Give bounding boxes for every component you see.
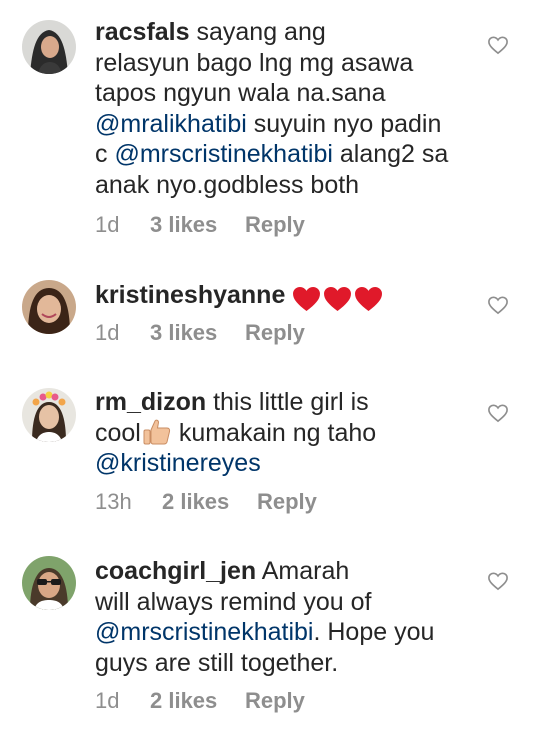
red-heart-icon (324, 287, 352, 312)
girl-flower-crown-avatar-icon (22, 388, 76, 442)
red-heart-icon (355, 287, 383, 312)
mention-link[interactable]: @mrscristinekhatibi (95, 618, 313, 646)
avatar[interactable] (22, 556, 76, 610)
likes-count[interactable]: 3 likes (150, 320, 245, 346)
mention-link[interactable]: @mrscristinekhatibi (114, 140, 332, 168)
heart-outline-icon[interactable] (487, 571, 509, 591)
likes-count[interactable]: 2 likes (162, 489, 257, 515)
comment-text: kristineshyanne (95, 280, 465, 314)
heart-outline-icon[interactable] (487, 295, 509, 315)
comment-text: coachgirl_jen Amarah will always remind … (95, 556, 465, 678)
woman-avatar-icon (22, 280, 76, 334)
comment-text-segment: kumakain ng taho (178, 418, 377, 447)
timestamp[interactable]: 13h (95, 489, 162, 515)
emoji-group (292, 283, 385, 314)
avatar[interactable] (22, 280, 76, 334)
thumbs-up-icon (143, 419, 170, 444)
comment-meta: 13h 2 likes Reply (95, 489, 317, 515)
reply-button[interactable]: Reply (245, 688, 305, 714)
heart-outline-icon[interactable] (487, 403, 509, 423)
username[interactable]: kristineshyanne (95, 281, 285, 309)
comment-text: rm_dizon this little girl is cool kumaka… (95, 387, 465, 479)
avatar[interactable] (22, 388, 76, 442)
username[interactable]: rm_dizon (95, 388, 206, 416)
likes-count[interactable]: 3 likes (150, 212, 245, 238)
username[interactable]: racsfals (95, 18, 190, 46)
red-heart-icon (293, 287, 321, 312)
comment-meta: 1d 3 likes Reply (95, 212, 305, 238)
timestamp[interactable]: 1d (95, 212, 150, 238)
woman-sunglasses-avatar-icon (22, 556, 76, 610)
heart-outline-icon[interactable] (487, 35, 509, 55)
avatar[interactable] (22, 20, 76, 74)
timestamp[interactable]: 1d (95, 688, 150, 714)
likes-count[interactable]: 2 likes (150, 688, 245, 714)
reply-button[interactable]: Reply (245, 212, 305, 238)
mention-link[interactable]: @mralikhatibi (95, 110, 247, 138)
comment-meta: 1d 3 likes Reply (95, 320, 305, 346)
username[interactable]: coachgirl_jen (95, 557, 256, 585)
woman-avatar-icon (22, 20, 76, 74)
reply-button[interactable]: Reply (257, 489, 317, 515)
reply-button[interactable]: Reply (245, 320, 305, 346)
mention-link[interactable]: @kristinereyes (95, 449, 261, 477)
timestamp[interactable]: 1d (95, 320, 150, 346)
comment-text: racsfals sayang ang relasyun bago lng mg… (95, 17, 465, 200)
comment-meta: 1d 2 likes Reply (95, 688, 305, 714)
